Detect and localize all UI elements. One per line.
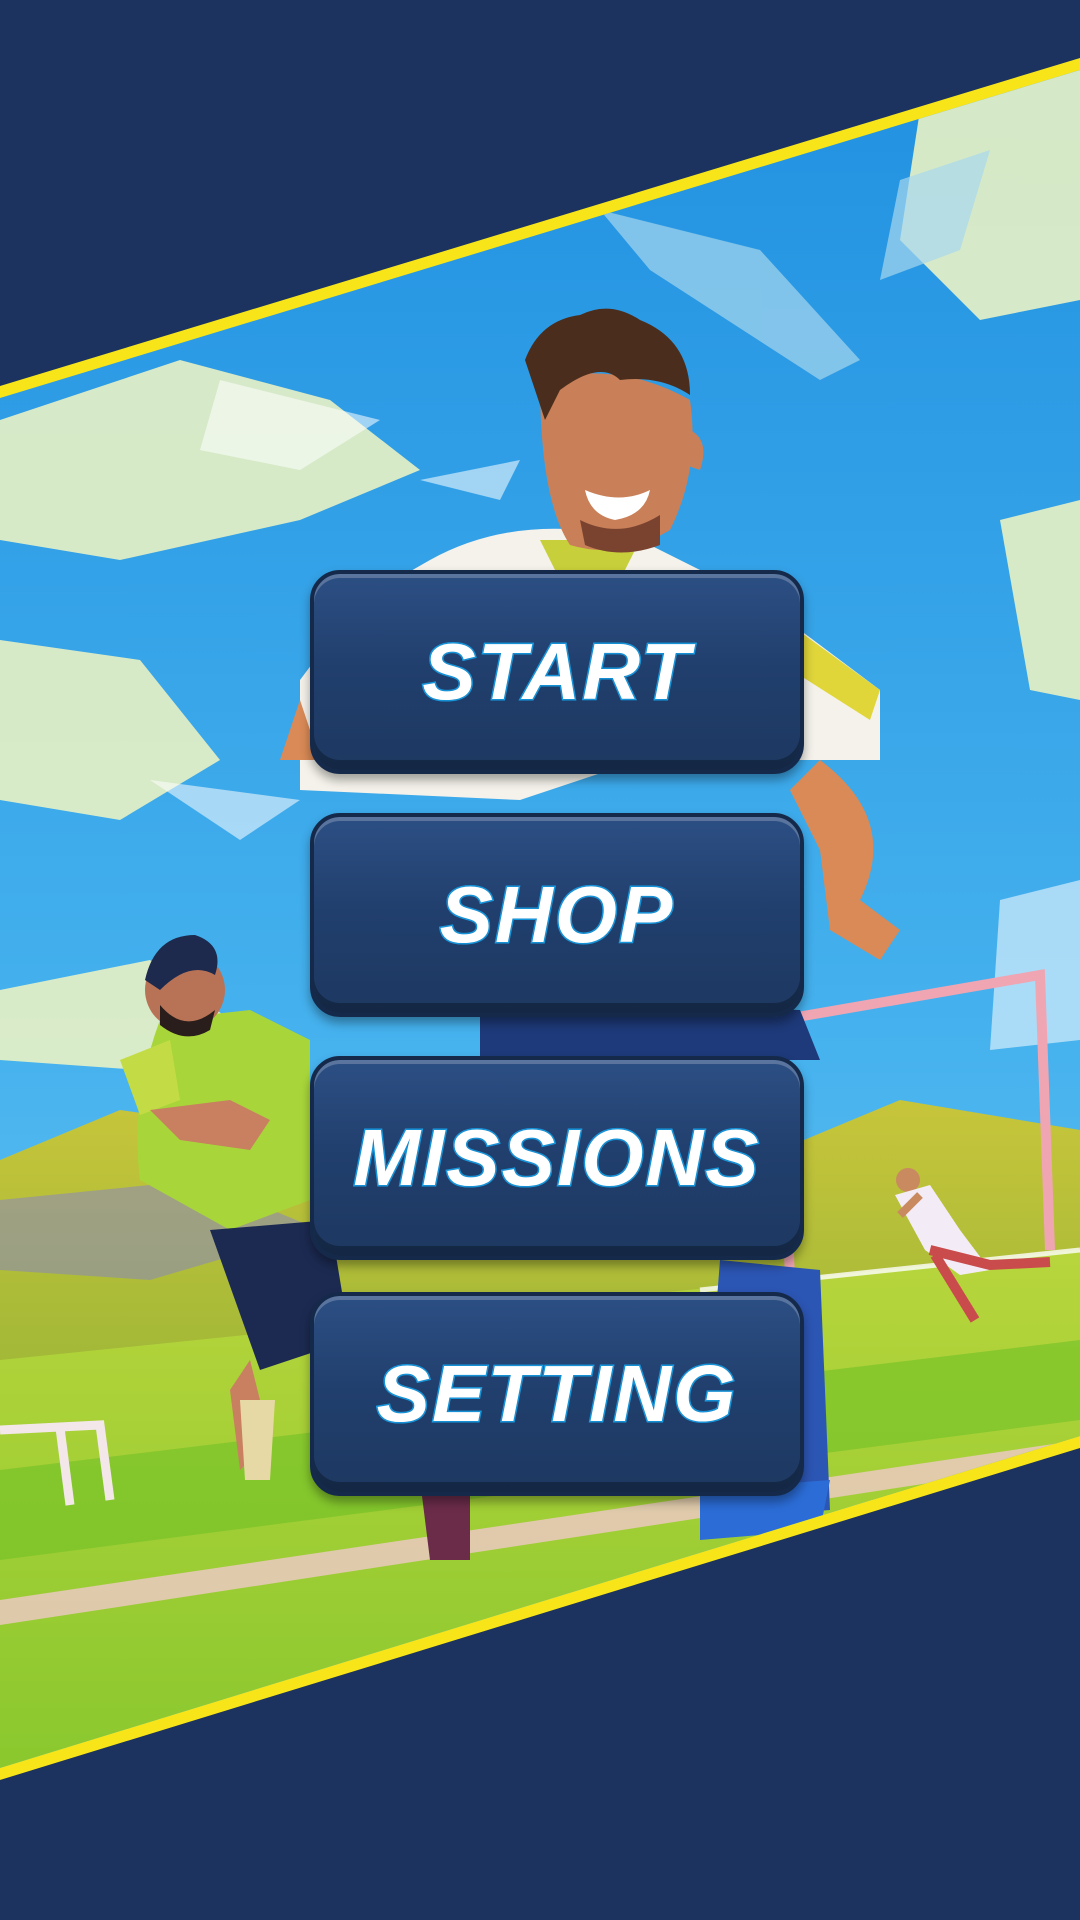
- setting-button-label: SETTING: [375, 1349, 738, 1438]
- missions-button[interactable]: MISSIONS: [310, 1056, 804, 1260]
- shop-button[interactable]: SHOP: [310, 813, 804, 1017]
- main-menu-screen: START SHOP MISSIONS SETTING: [0, 0, 1080, 1920]
- missions-button-label: MISSIONS: [352, 1113, 761, 1202]
- shop-button-label: SHOP: [438, 870, 675, 959]
- start-button[interactable]: START: [310, 570, 804, 774]
- setting-button[interactable]: SETTING: [310, 1292, 804, 1496]
- start-button-label: START: [421, 627, 692, 716]
